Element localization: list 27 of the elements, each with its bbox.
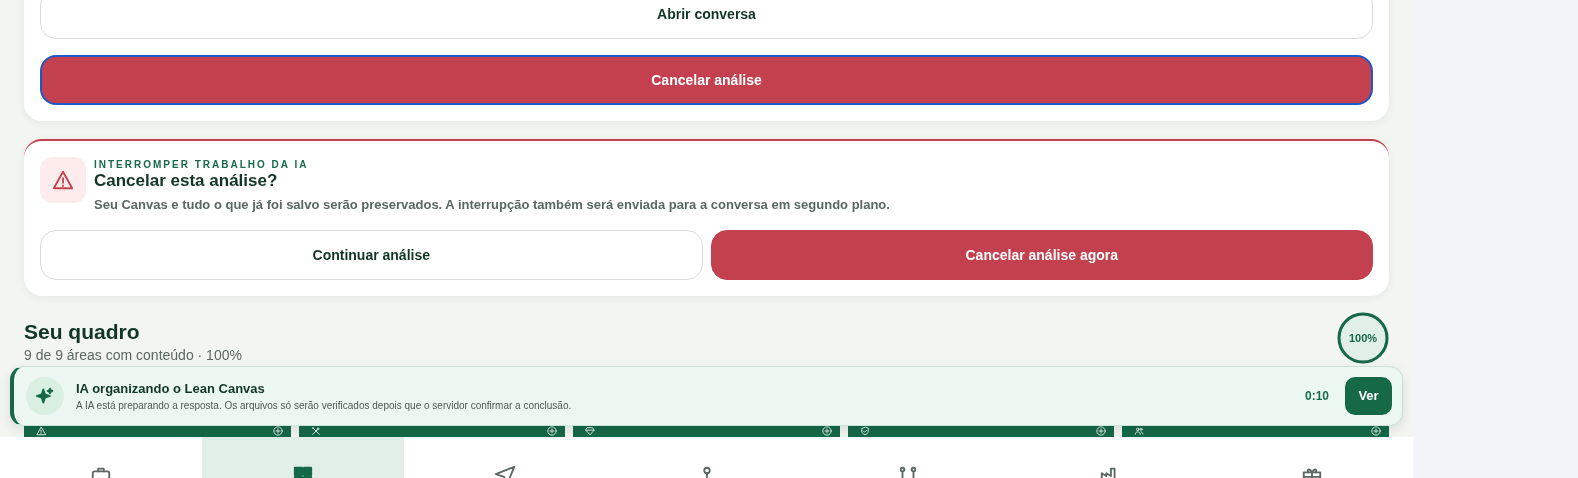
warning-icon [36,426,46,437]
add-icon [1096,426,1107,437]
sparkle-icon [35,386,55,406]
view-button[interactable]: Ver [1345,377,1392,415]
board-title: Seu quadro [24,319,141,346]
cancel-button[interactable]: Cancelar análise [40,55,1373,105]
add-icon [821,426,832,437]
cancel-now-button[interactable]: Cancelar análise agora [710,230,1373,281]
add-icon [272,426,283,437]
continue-button[interactable]: Continuar análise [40,230,703,281]
progress-value: 100% [1348,330,1378,346]
diamond-icon [585,426,596,437]
users-icon [1134,426,1145,437]
shield-check-icon [859,426,870,437]
dialog-message: Seu Canvas e tudo o que já foi salvo serão preservados. A interrupção também será enviada para a conversa em segundo plano. [94,195,890,214]
toast-message: A IA está preparando a resposta. Os arquivos só serão verificados depois que o servidor confirmar a conclusão. [76,399,573,414]
timer-label: 0:10 [1304,388,1329,405]
dialog-title: Cancelar esta análise? [94,172,279,191]
section-label: INTERROMPER TRABALHO DA IA [94,158,310,172]
add-icon [1370,426,1381,437]
add-icon [547,426,558,437]
toast-title: IA organizando o Lean Canvas [76,379,266,398]
nav-tab[interactable] [201,437,404,478]
tools-icon [310,426,321,437]
open-chat-button[interactable]: Abrir conversa [40,0,1373,39]
board-subtitle: 9 de 9 áreas com conteúdo · 100% [24,347,242,364]
warning-icon [52,169,74,191]
